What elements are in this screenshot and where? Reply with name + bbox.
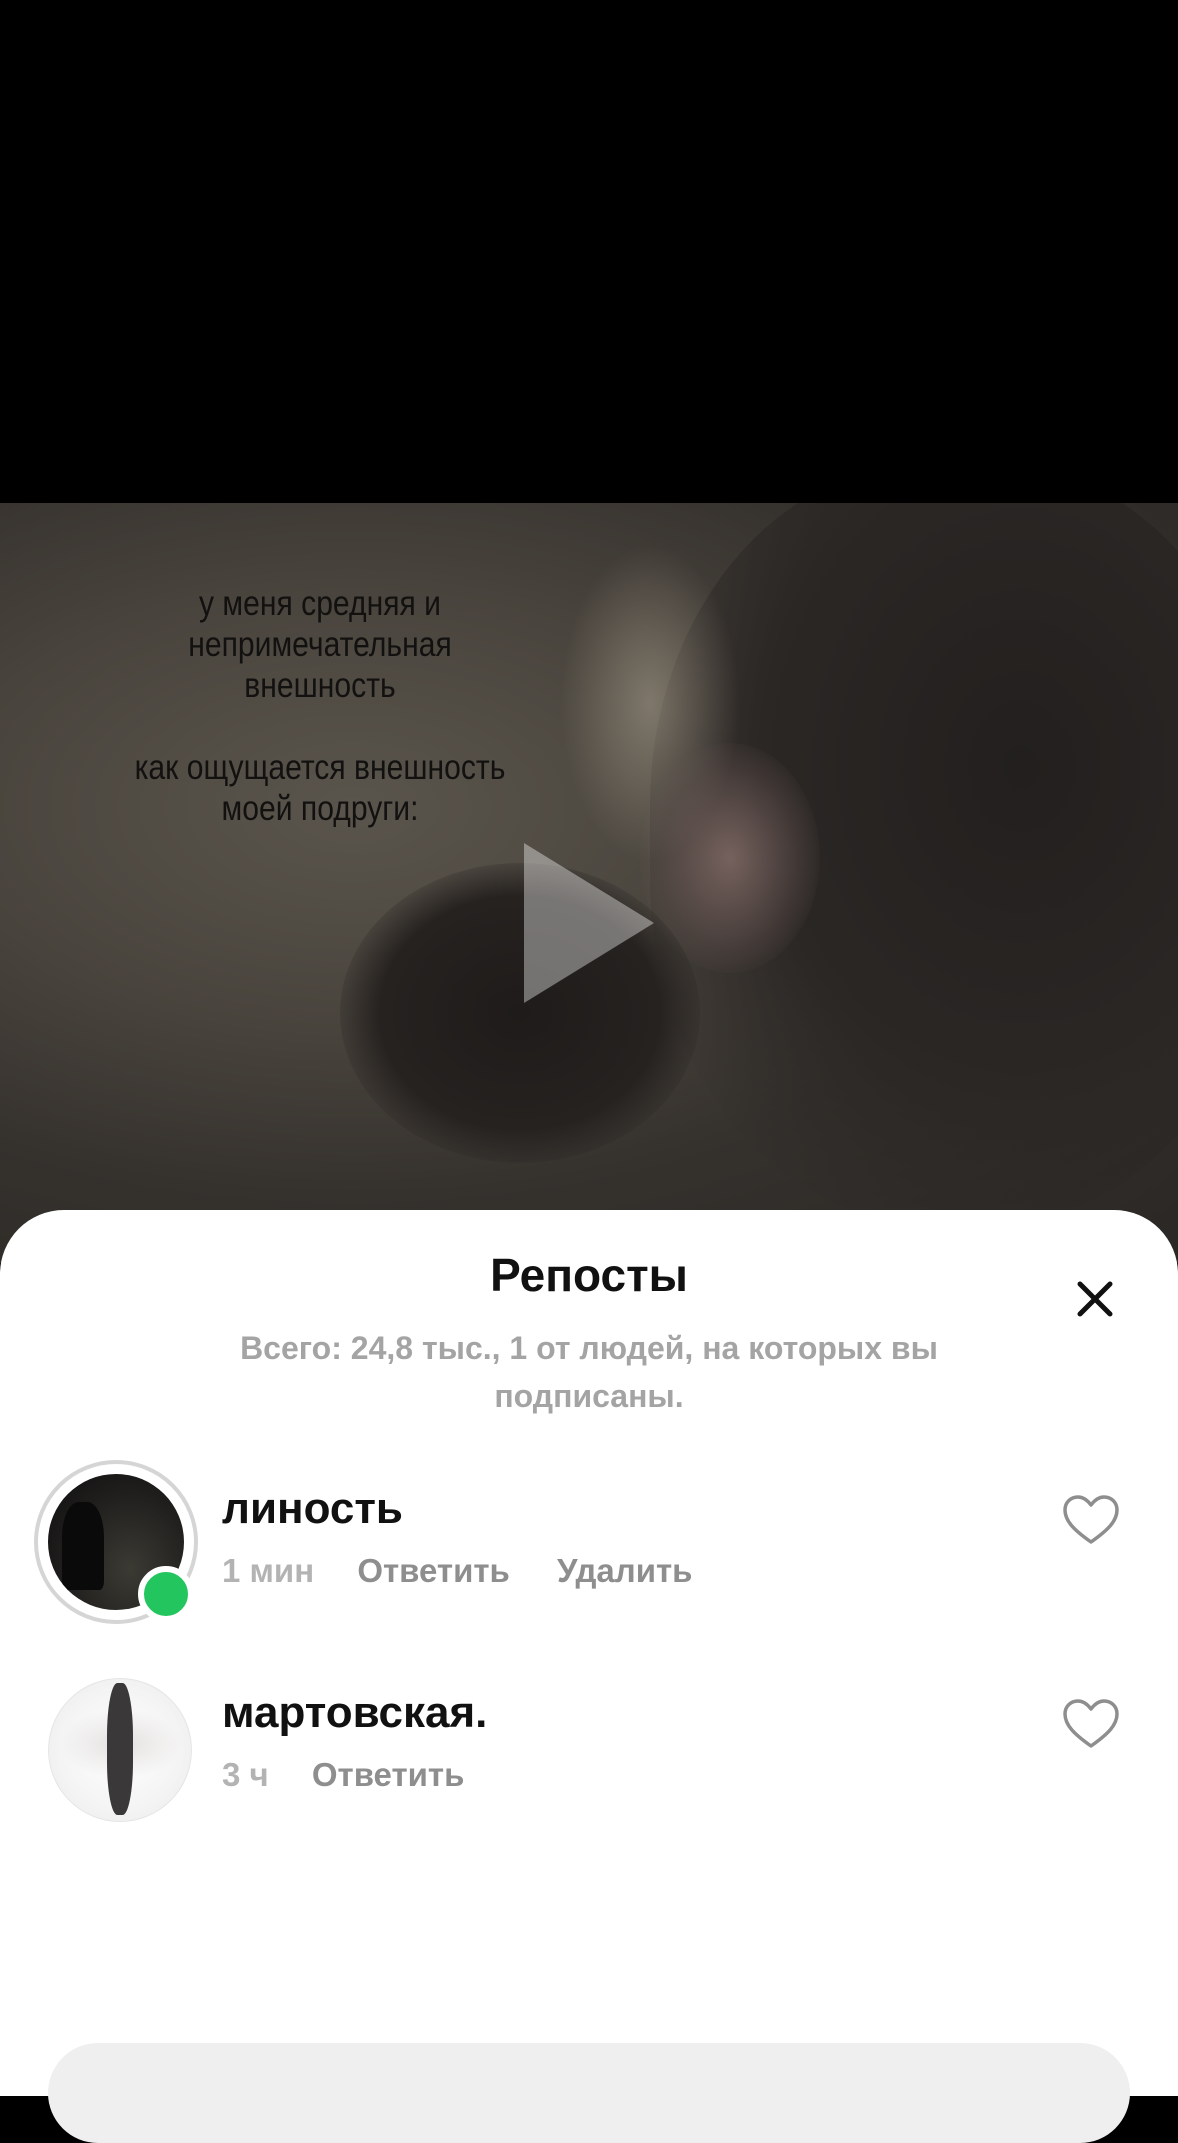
username[interactable]: линость <box>222 1484 403 1534</box>
sheet-title: Репосты <box>490 1249 688 1301</box>
play-icon[interactable] <box>524 843 654 1003</box>
caption-line: как ощущается внешность <box>134 748 506 787</box>
delete-button[interactable]: Удалить <box>557 1552 692 1589</box>
avatar[interactable] <box>34 1678 206 1850</box>
caption-line: непримечательная <box>188 625 452 664</box>
video-caption: у меня средняя и непримечательная внешно… <box>114 583 527 829</box>
avatar[interactable] <box>34 1460 206 1632</box>
username[interactable]: мартовская. <box>222 1688 487 1738</box>
repost-row: мартовская. 3 ч Ответить <box>0 1678 1178 1848</box>
repost-time: 3 ч <box>222 1756 269 1793</box>
repost-meta: 3 ч Ответить <box>222 1756 502 1794</box>
heart-icon[interactable] <box>1062 1698 1120 1750</box>
comment-input[interactable] <box>48 2043 1130 2143</box>
online-indicator <box>138 1566 194 1622</box>
repost-summary: Всего: 24,8 тыс., 1 от людей, на которых… <box>240 1330 938 1414</box>
reposts-sheet: Репосты Всего: 24,8 тыс., 1 от людей, на… <box>0 1210 1178 2096</box>
reply-button[interactable]: Ответить <box>312 1756 465 1793</box>
repost-row: линость 1 мин Ответить Удалить <box>0 1460 1178 1630</box>
heart-icon[interactable] <box>1062 1494 1120 1546</box>
repost-meta: 1 мин Ответить Удалить <box>222 1552 730 1590</box>
caption-line: у меня средняя и <box>199 584 441 623</box>
top-black-area <box>0 0 1178 503</box>
repost-time: 1 мин <box>222 1552 315 1589</box>
avatar-image <box>48 1678 192 1822</box>
video-preview[interactable]: у меня средняя и непримечательная внешно… <box>0 503 1178 1263</box>
caption-line: моей подруги: <box>221 789 419 828</box>
caption-line: внешность <box>244 666 396 705</box>
reply-button[interactable]: Ответить <box>357 1552 510 1589</box>
close-icon[interactable] <box>1066 1270 1124 1328</box>
